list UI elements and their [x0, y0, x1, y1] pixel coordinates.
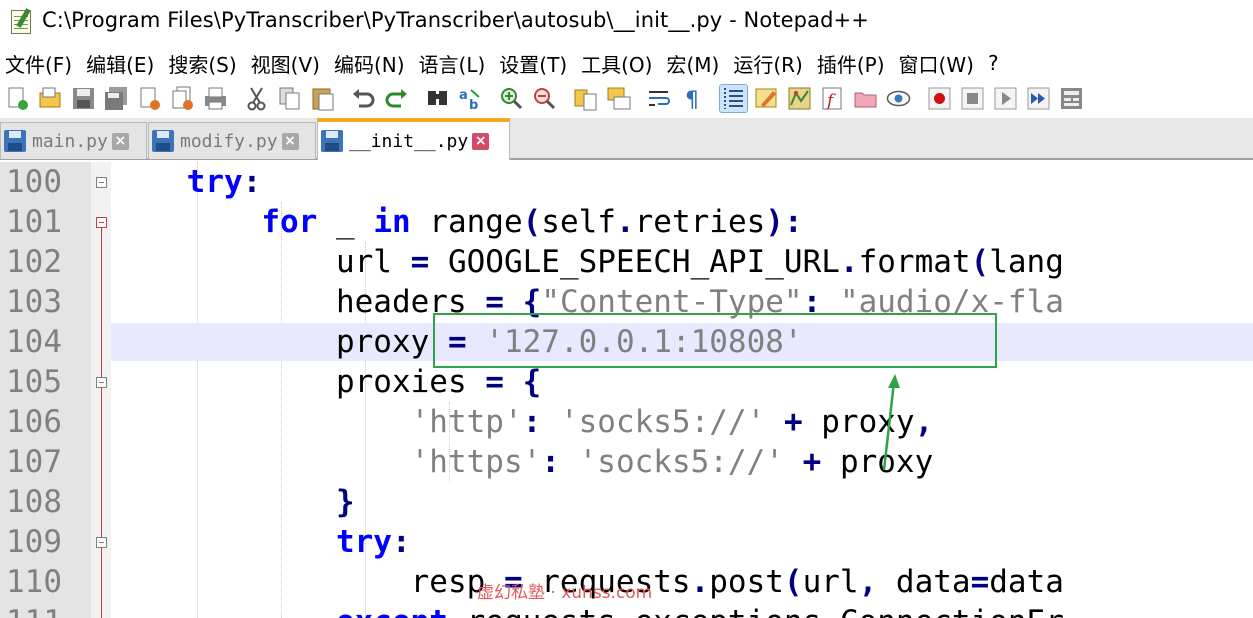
menu-plugins[interactable]: 插件(P) [817, 49, 885, 78]
code-line[interactable]: 108 } [0, 482, 1253, 522]
close-icon[interactable]: × [472, 132, 490, 150]
line-number: 108 [6, 484, 62, 520]
code-text: except requests.exceptions.ConnectionEr [112, 602, 1064, 618]
undo-icon[interactable] [350, 85, 377, 112]
open-file-icon[interactable] [37, 85, 64, 112]
play-macro-icon[interactable] [992, 85, 1019, 112]
close-icon[interactable]: × [111, 132, 129, 150]
menu-file[interactable]: 文件(F) [5, 49, 72, 78]
tab-init-py[interactable]: __init__.py × [317, 118, 510, 160]
line-number: 111 [6, 602, 86, 618]
code-line[interactable]: 111 except requests.exceptions.Connectio… [0, 602, 1253, 618]
window-title: C:\Program Files\PyTranscriber\PyTranscr… [42, 8, 869, 32]
save-all-icon[interactable] [103, 85, 130, 112]
code-line[interactable]: 105 proxies = { [0, 362, 1253, 402]
show-all-chars-icon[interactable]: ¶ [679, 85, 706, 113]
code-line[interactable]: 109 try: [0, 522, 1253, 562]
menu-edit[interactable]: 编辑(E) [86, 49, 154, 78]
copy-icon[interactable] [276, 85, 303, 112]
sync-horizontal-icon[interactable] [605, 85, 632, 112]
redo-icon[interactable] [383, 85, 410, 112]
tab-bar: main.py × modify.py × __init__.py × [0, 118, 1253, 160]
line-number: 107 [6, 444, 62, 480]
zoom-out-icon[interactable] [531, 85, 558, 112]
record-macro-icon[interactable] [926, 85, 953, 112]
toolbar: ab ¶ f [0, 80, 1253, 116]
close-file-icon[interactable] [136, 85, 163, 112]
tab-label: main.py [32, 130, 108, 152]
menu-encoding[interactable]: 编码(N) [334, 49, 405, 78]
menu-macro[interactable]: 宏(M) [666, 49, 719, 78]
annotation-box [433, 313, 997, 368]
new-file-icon[interactable] [4, 85, 31, 112]
code-text: for _ in range(self.retries): [261, 204, 803, 240]
line-number: 106 [6, 404, 62, 440]
zoom-in-icon[interactable] [498, 85, 525, 112]
code-line[interactable]: 107 'https': 'socks5://' + proxy [0, 442, 1253, 482]
line-number: 100 [6, 164, 62, 200]
code-text: proxies = { [112, 364, 542, 400]
code-editor[interactable]: 100 try: 101 for _ in range(self.retries… [0, 162, 1253, 618]
stop-macro-icon[interactable] [959, 85, 986, 112]
code-text: 'https': 'socks5://' + proxy [410, 444, 934, 480]
file-saved-icon [152, 130, 174, 152]
run-macro-multiple-icon[interactable] [1025, 85, 1052, 112]
menu-tools[interactable]: 工具(O) [581, 49, 652, 78]
tab-label: __init__.py [349, 130, 469, 152]
close-icon[interactable]: × [281, 132, 299, 150]
tab-label: modify.py [180, 130, 278, 152]
code-line[interactable]: 102 url = GOOGLE_SPEECH_API_URL.format(l… [0, 242, 1253, 282]
code-line[interactable]: 100 try: [0, 162, 1253, 202]
save-icon[interactable] [70, 85, 97, 112]
annotation-arrow-icon [882, 374, 900, 471]
line-number: 109 [6, 524, 62, 560]
find-icon[interactable] [424, 85, 451, 112]
replace-icon[interactable]: ab [457, 85, 484, 113]
monitoring-icon[interactable] [885, 85, 912, 112]
watermark: 虚幻私塾 · xuhss.com [477, 583, 653, 603]
code-text: 'http': 'socks5://' + proxy, [410, 404, 934, 440]
paste-icon[interactable] [309, 85, 336, 112]
code-line[interactable]: 106 'http': 'socks5://' + proxy, [0, 402, 1253, 442]
define-language-icon[interactable] [753, 85, 780, 112]
sync-vertical-icon[interactable] [572, 85, 599, 112]
close-all-icon[interactable] [169, 85, 196, 112]
line-number: 110 [6, 564, 62, 600]
line-number: 105 [6, 364, 62, 400]
code-text: try: [186, 164, 262, 200]
tab-main-py[interactable]: main.py × [0, 122, 147, 159]
menu-view[interactable]: 视图(V) [251, 49, 320, 78]
cut-icon[interactable] [243, 85, 270, 112]
svg-text:a: a [459, 88, 468, 103]
save-macro-icon[interactable] [1058, 85, 1085, 112]
file-saved-icon [321, 130, 343, 152]
line-number: 102 [6, 244, 62, 280]
menu-language[interactable]: 语言(L) [419, 49, 486, 78]
file-saved-icon [4, 130, 26, 152]
word-wrap-icon[interactable] [646, 85, 673, 112]
svg-text:b: b [469, 98, 478, 112]
menu-help[interactable]: ? [988, 51, 999, 75]
notepad-plus-plus-icon [8, 6, 36, 34]
code-text: } [335, 484, 355, 520]
svg-text:¶: ¶ [685, 88, 699, 112]
code-line[interactable]: 101 for _ in range(self.retries): [0, 202, 1253, 242]
menu-bar: 文件(F) 编辑(E) 搜索(S) 视图(V) 编码(N) 语言(L) 设置(T… [0, 44, 1253, 82]
title-bar: C:\Program Files\PyTranscriber\PyTranscr… [0, 0, 1253, 40]
line-number: 104 [6, 324, 62, 360]
menu-window[interactable]: 窗口(W) [899, 49, 974, 78]
function-list-icon[interactable]: f [819, 85, 846, 112]
document-map-icon[interactable] [786, 85, 813, 112]
code-text: try: [335, 524, 411, 560]
code-text: url = GOOGLE_SPEECH_API_URL.format(lang [112, 244, 1064, 280]
print-icon[interactable] [202, 85, 229, 112]
line-number: 101 [6, 204, 62, 240]
indent-guide-icon[interactable] [719, 83, 748, 113]
line-number: 103 [6, 284, 62, 320]
folder-workspace-icon[interactable] [852, 85, 879, 112]
menu-run[interactable]: 运行(R) [733, 49, 803, 78]
menu-search[interactable]: 搜索(S) [168, 49, 236, 78]
menu-settings[interactable]: 设置(T) [499, 49, 567, 78]
tab-modify-py[interactable]: modify.py × [148, 122, 316, 159]
